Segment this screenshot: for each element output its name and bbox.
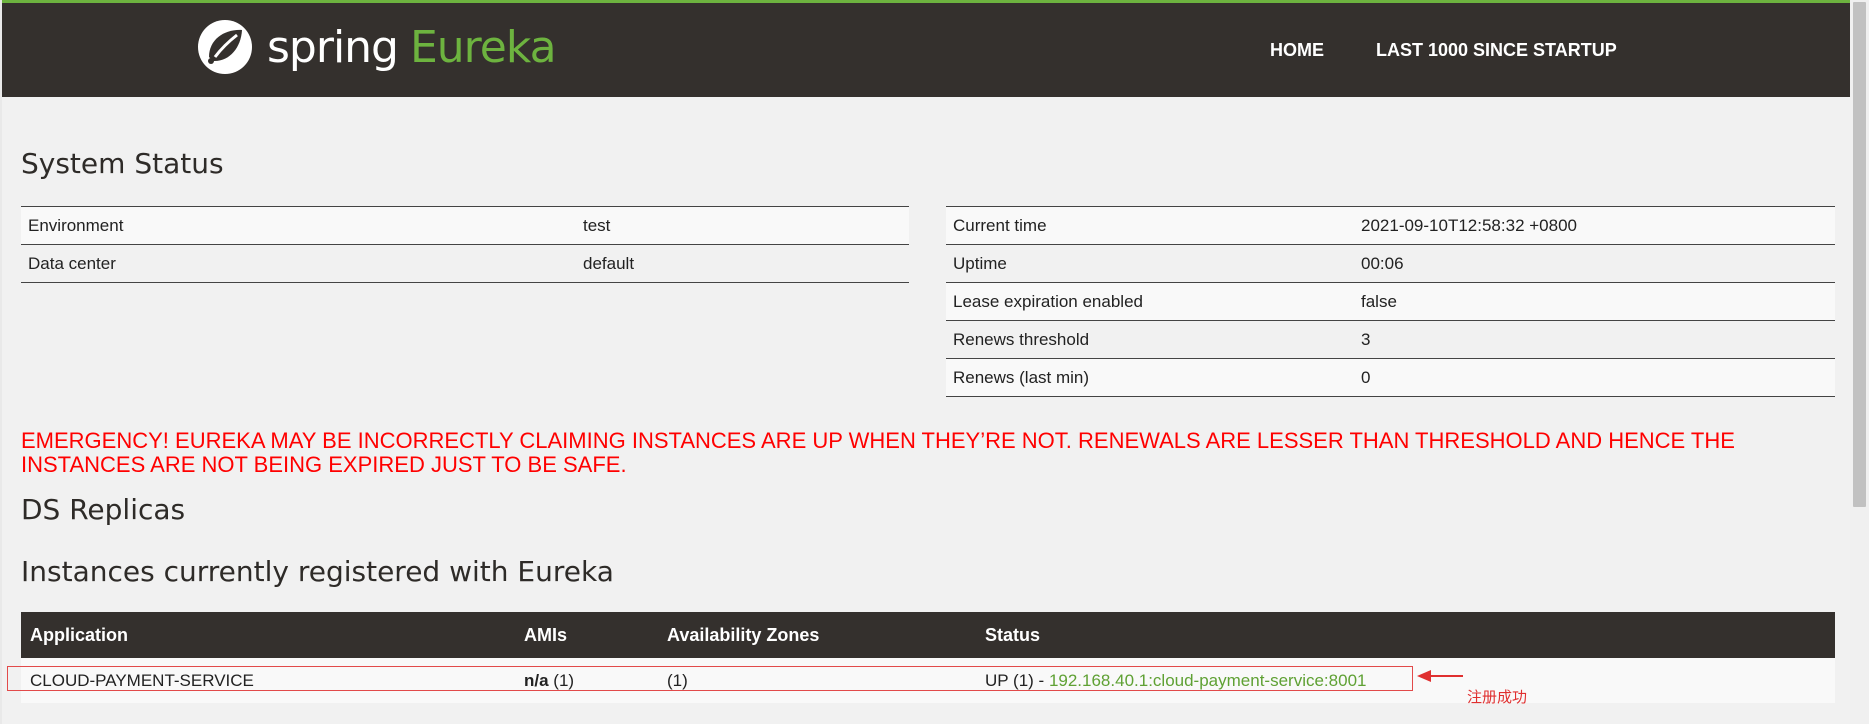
navbar: spring Eureka HOME LAST 1000 SINCE STARTU… <box>2 3 1850 97</box>
datacenter-label: Data center <box>21 244 576 283</box>
renews-last-min-label: Renews (last min) <box>946 358 1354 397</box>
amis-count: (1) <box>553 670 575 690</box>
table-row: Renews (last min) 0 <box>946 358 1835 397</box>
instances-title: Instances currently registered with Eure… <box>21 555 614 588</box>
brand-eureka-text: Eureka <box>409 21 557 73</box>
instance-link[interactable]: 192.168.40.1:cloud-payment-service:8001 <box>1049 671 1367 690</box>
lease-expiration-value: false <box>1354 282 1835 321</box>
annotation-label: 注册成功 <box>1467 688 1528 706</box>
arrow-icon <box>1417 670 1463 682</box>
brand-spring-text: spring <box>267 21 399 73</box>
table-row: Renews threshold 3 <box>946 320 1835 359</box>
table-row: Data center default <box>21 244 909 283</box>
eureka-page: spring Eureka HOME LAST 1000 SINCE STARTU… <box>2 0 1850 724</box>
renews-threshold-label: Renews threshold <box>946 320 1354 359</box>
zones-cell: (1) <box>658 658 976 703</box>
table-row: Lease expiration enabled false <box>946 282 1835 321</box>
spring-leaf-icon <box>198 20 252 74</box>
table-row: CLOUD-PAYMENT-SERVICE n/a (1) (1) UP (1)… <box>21 658 1835 703</box>
table-row: Uptime 00:06 <box>946 244 1835 283</box>
table-header-row: Application AMIs Availability Zones Stat… <box>21 612 1835 658</box>
amis-cell: n/a (1) <box>515 658 658 703</box>
application-name: CLOUD-PAYMENT-SERVICE <box>21 658 515 703</box>
instances-table: Application AMIs Availability Zones Stat… <box>21 612 1835 703</box>
emergency-warning: EMERGENCY! EUREKA MAY BE INCORRECTLY CLA… <box>21 428 1735 477</box>
amis-value: n/a <box>524 670 549 690</box>
ds-replicas-title: DS Replicas <box>21 493 186 526</box>
datacenter-value: default <box>576 244 909 283</box>
system-status-right-table: Current time 2021-09-10T12:58:32 +0800 U… <box>946 206 1835 397</box>
uptime-value: 00:06 <box>1354 244 1835 283</box>
brand-logo[interactable]: spring Eureka <box>195 15 557 79</box>
env-value: test <box>576 206 909 245</box>
table-row: Environment test <box>21 206 909 245</box>
status-text: UP (1) - <box>985 670 1045 690</box>
top-nav: HOME LAST 1000 SINCE STARTUP <box>1270 3 1669 97</box>
lease-expiration-label: Lease expiration enabled <box>946 282 1354 321</box>
renews-last-min-value: 0 <box>1354 358 1835 397</box>
uptime-label: Uptime <box>946 244 1354 283</box>
status-cell: UP (1) - 192.168.40.1:cloud-payment-serv… <box>976 658 1835 703</box>
current-time-value: 2021-09-10T12:58:32 +0800 <box>1354 206 1835 245</box>
col-availability-zones: Availability Zones <box>658 612 976 658</box>
system-status-title: System Status <box>21 147 224 180</box>
col-status: Status <box>976 612 1835 658</box>
col-application: Application <box>21 612 515 658</box>
nav-last-1000[interactable]: LAST 1000 SINCE STARTUP <box>1376 40 1617 61</box>
scrollbar[interactable] <box>1850 0 1869 724</box>
current-time-label: Current time <box>946 206 1354 245</box>
nav-home[interactable]: HOME <box>1270 40 1324 61</box>
col-amis: AMIs <box>515 612 658 658</box>
system-status-left-table: Environment test Data center default <box>21 206 909 283</box>
table-row: Current time 2021-09-10T12:58:32 +0800 <box>946 206 1835 245</box>
scroll-thumb[interactable] <box>1853 2 1866 507</box>
env-label: Environment <box>21 206 576 245</box>
renews-threshold-value: 3 <box>1354 320 1835 359</box>
